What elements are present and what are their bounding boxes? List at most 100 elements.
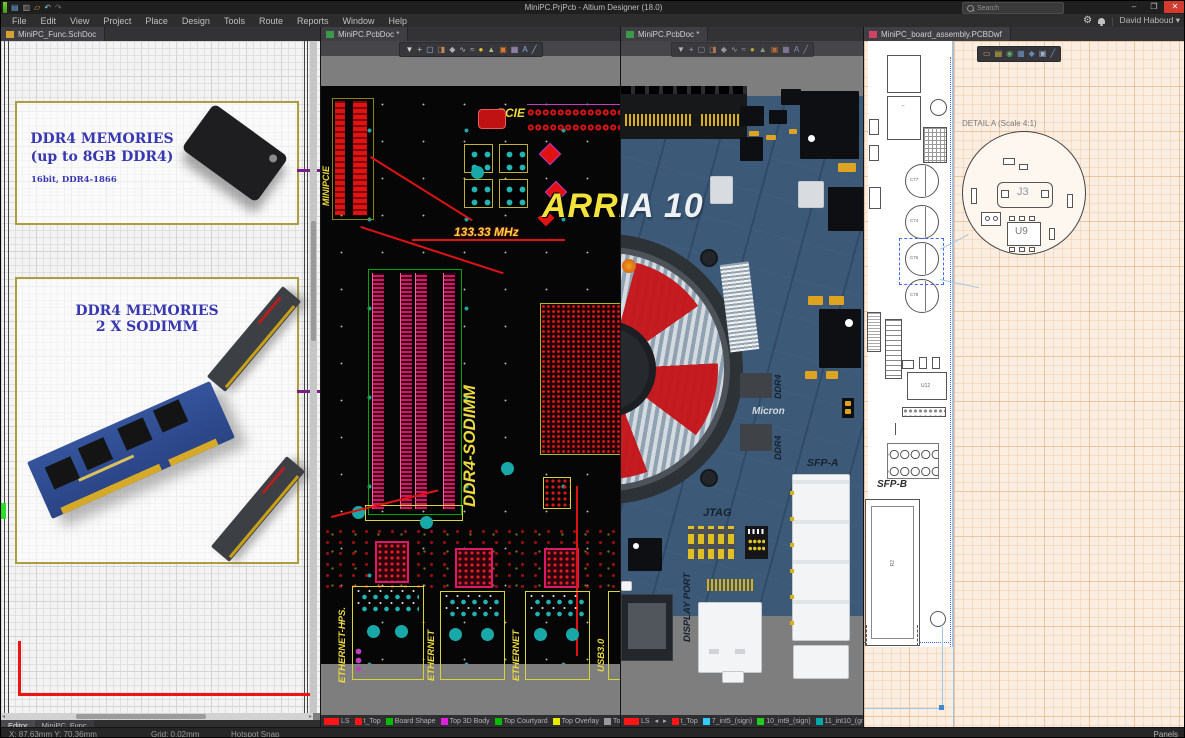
layer-tab-◂[interactable]: ◂: [655, 717, 659, 725]
layer-tab-t_Top[interactable]: t_Top: [355, 718, 381, 725]
pcb-canvas[interactable]: MINIPCIE PCIE 133.33 MHz DDR4-SODIMM: [321, 86, 621, 664]
u9-ref: U9: [1015, 226, 1028, 237]
select-icon[interactable]: ▢: [426, 46, 434, 54]
layer-tab-10_int9_(sign)[interactable]: 10_int9_(sign): [757, 718, 810, 725]
bell-icon[interactable]: [1098, 18, 1105, 24]
chip: [740, 106, 764, 126]
select-icon[interactable]: ▢: [698, 46, 706, 54]
tab-pcbdoc-3d[interactable]: MiniPC.PcbDoc *: [621, 27, 708, 41]
layer-tab-Top Paste[interactable]: Top Paste: [604, 718, 621, 725]
layer-tab-t_Top[interactable]: t_Top: [672, 718, 698, 725]
tool-icon[interactable]: ◆: [1029, 50, 1035, 58]
panels-button[interactable]: Panels: [1154, 730, 1178, 738]
h-scrollbar[interactable]: ◂ ▸: [1, 713, 313, 720]
layers-icon[interactable]: ▤: [995, 50, 1003, 58]
wave-icon[interactable]: ∿: [731, 46, 738, 54]
scroll-left-icon[interactable]: ◂: [2, 713, 5, 720]
close-button[interactable]: ✕: [1164, 1, 1185, 13]
pencil-icon[interactable]: ╱: [1050, 50, 1055, 58]
window2-icon[interactable]: ▣: [1039, 50, 1047, 58]
v-scroll-thumb[interactable]: [311, 221, 316, 341]
user-menu[interactable]: David Haboud ▾: [1119, 15, 1180, 26]
menu-file[interactable]: File: [5, 16, 34, 26]
layer-tab-11_int10_(gnd)[interactable]: 11_int10_(gnd): [816, 718, 864, 725]
menu-edit[interactable]: Edit: [34, 16, 64, 26]
filter-icon[interactable]: ▼: [405, 46, 413, 54]
hole-outline: [930, 99, 947, 116]
polygon-icon[interactable]: ▲: [487, 46, 495, 54]
render-icon[interactable]: ◨: [709, 46, 717, 54]
polygon-icon[interactable]: ▲: [759, 46, 767, 54]
ddr4-memories-box[interactable]: DDR4 MEMORIES (up to 8GB DDR4) 16bit, DD…: [15, 101, 299, 225]
p2-toolbar: ▼ + ▢ ◨◆ ∿ ≈ ● ▲ ▣ ▦A ╱: [399, 42, 542, 57]
sfp-cage: [792, 474, 850, 641]
qfp-chip: [544, 548, 579, 588]
wave-icon[interactable]: ∿: [459, 46, 466, 54]
p2-tabstrip: MiniPC.PcbDoc *: [321, 27, 621, 42]
pcbdwf-icon: [869, 31, 877, 38]
tab-label: MiniPC_Func.SchDoc: [18, 30, 96, 39]
text-icon[interactable]: A: [522, 46, 527, 54]
menu-project[interactable]: Project: [96, 16, 138, 26]
menu-tools[interactable]: Tools: [217, 16, 252, 26]
scroll-right-icon[interactable]: ▸: [309, 713, 312, 720]
layer-tab-Top Courtyard[interactable]: Top Courtyard: [495, 718, 548, 725]
menu-design[interactable]: Design: [175, 16, 217, 26]
menu-window[interactable]: Window: [336, 16, 382, 26]
trace: [370, 156, 473, 221]
move-icon[interactable]: +: [689, 46, 694, 54]
menu-help[interactable]: Help: [382, 16, 415, 26]
layer-tab-7_int5_(sign)[interactable]: 7_int5_(sign): [703, 718, 752, 725]
layer-tab-Top 3D Body[interactable]: Top 3D Body: [441, 718, 490, 725]
text-icon[interactable]: A: [794, 46, 799, 54]
line-icon[interactable]: ╱: [803, 46, 808, 54]
doc-bottom-tab[interactable]: MiniPC_Func: [35, 720, 94, 727]
sodimm-box[interactable]: DDR4 MEMORIES 2 X SODIMM: [15, 277, 299, 564]
gold-pins: [701, 114, 741, 126]
measure-icon[interactable]: ≈: [470, 46, 474, 54]
room-icon[interactable]: ▣: [499, 46, 507, 54]
move-icon[interactable]: +: [417, 46, 422, 54]
tab-schdoc[interactable]: MiniPC_Func.SchDoc: [1, 27, 105, 41]
component-icon[interactable]: ◆: [449, 46, 455, 54]
menu-route[interactable]: Route: [252, 16, 290, 26]
pad: [1019, 247, 1025, 252]
layer-tab-LS[interactable]: LS: [324, 718, 350, 725]
tab-label: MiniPC.PcbDoc *: [638, 30, 699, 39]
layer-tab-Board Shape[interactable]: Board Shape: [386, 718, 436, 725]
minimize-button[interactable]: –: [1126, 1, 1142, 13]
pad-strip: [335, 101, 345, 215]
gear-icon[interactable]: ⚙: [1083, 15, 1092, 26]
globe-icon[interactable]: ◉: [1006, 50, 1013, 58]
via: [471, 166, 484, 179]
grid-icon[interactable]: ▦: [511, 46, 519, 54]
grid-icon[interactable]: ▦: [782, 46, 790, 54]
render-icon[interactable]: ◨: [438, 46, 446, 54]
h-scroll-thumb[interactable]: [76, 714, 206, 719]
room-icon[interactable]: ▣: [771, 46, 779, 54]
v-scrollbar[interactable]: [310, 41, 317, 713]
tab-pcbdoc-2d[interactable]: MiniPC.PcbDoc *: [321, 27, 408, 41]
line-icon[interactable]: ╱: [532, 46, 537, 54]
mount-hole: [481, 628, 494, 641]
menu-view[interactable]: View: [63, 16, 96, 26]
u12-ref: U12: [921, 383, 930, 389]
vertex-handle[interactable]: [939, 705, 944, 710]
save-icon[interactable]: ▦: [1017, 50, 1025, 58]
filter-icon[interactable]: ▼: [677, 46, 685, 54]
editor-tab[interactable]: Editor: [1, 720, 35, 727]
layer-tab-LS[interactable]: LS: [624, 718, 650, 725]
schematic-sheet[interactable]: DDR4 MEMORIES (up to 8GB DDR4) 16bit, DD…: [1, 41, 320, 713]
search-input[interactable]: Search: [962, 2, 1064, 14]
layer-tab-Top Overlay[interactable]: Top Overlay: [553, 718, 599, 725]
menu-reports[interactable]: Reports: [290, 16, 336, 26]
via-icon[interactable]: ●: [478, 46, 483, 54]
tab-pcbdwf[interactable]: MiniPC_board_assembly.PCBDwf: [864, 27, 1011, 41]
frame-icon[interactable]: ▭: [983, 50, 991, 58]
component-icon[interactable]: ◆: [721, 46, 727, 54]
maximize-button[interactable]: ❐: [1146, 1, 1162, 13]
via-icon[interactable]: ●: [750, 46, 755, 54]
menu-place[interactable]: Place: [138, 16, 175, 26]
layer-tab-▸[interactable]: ▸: [663, 717, 667, 725]
measure-icon[interactable]: ≈: [742, 46, 746, 54]
